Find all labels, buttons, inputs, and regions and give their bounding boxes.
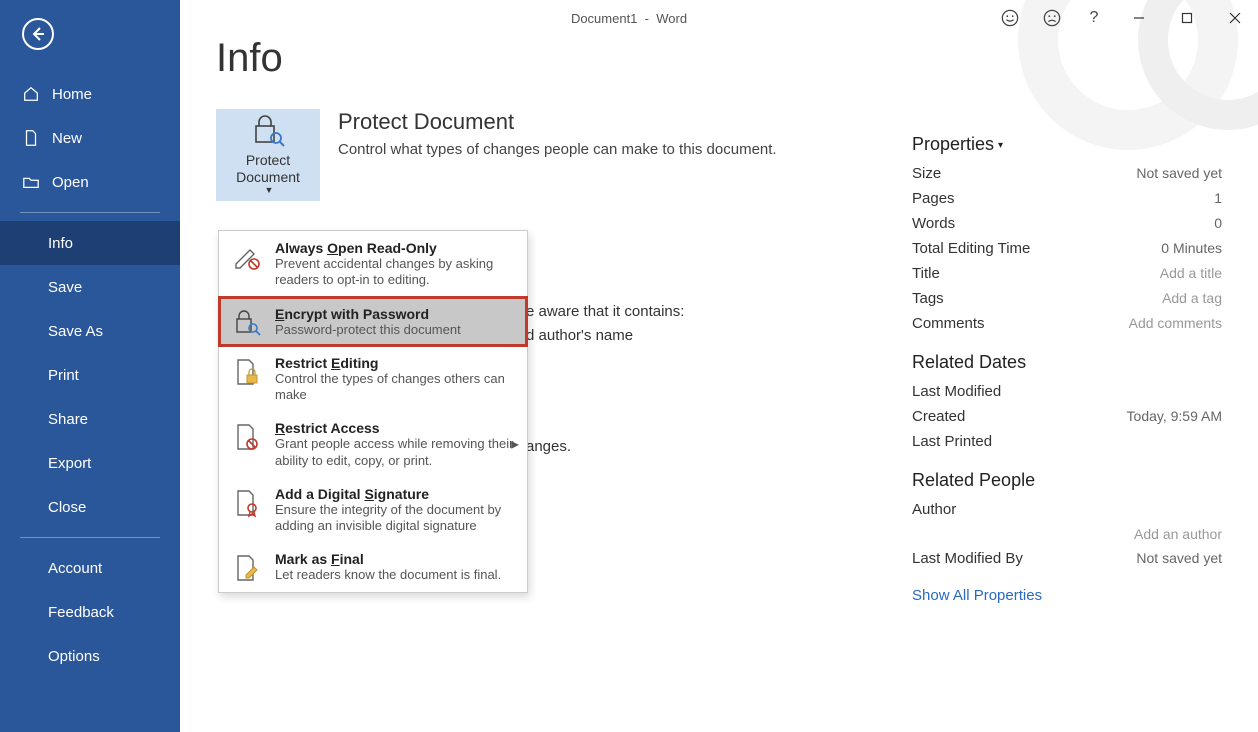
sidebar-item-label: Feedback [48, 604, 114, 621]
sidebar-item-feedback[interactable]: Feedback [0, 590, 180, 634]
protect-document-label: Protect Document [216, 152, 320, 186]
document-lock-icon [229, 355, 265, 387]
sidebar-item-print[interactable]: Print [0, 353, 180, 397]
lock-search-icon [229, 306, 265, 338]
pencil-block-icon [229, 240, 265, 272]
sidebar-divider [20, 212, 160, 213]
sidebar-item-label: Save [48, 279, 82, 296]
sidebar-item-new[interactable]: New [0, 116, 180, 160]
menu-item-mark-final[interactable]: Mark as FinalLet readers know the docume… [219, 542, 527, 591]
page-title: Info [216, 36, 1222, 81]
sidebar-item-label: Share [48, 411, 88, 428]
backstage-sidebar: Home New Open Info Save Save As Print Sh… [0, 0, 180, 732]
menu-item-restrict-editing[interactable]: Restrict EditingControl the types of cha… [219, 346, 527, 412]
sidebar-item-save[interactable]: Save [0, 265, 180, 309]
lock-search-icon [250, 114, 286, 148]
sidebar-item-label: Home [52, 86, 92, 103]
sidebar-item-label: Print [48, 367, 79, 384]
folder-open-icon [22, 173, 40, 191]
document-ribbon-icon [229, 486, 265, 518]
section-description: Control what types of changes people can… [338, 141, 777, 158]
document-block-icon [229, 420, 265, 452]
sidebar-item-home[interactable]: Home [0, 72, 180, 116]
sidebar-item-label: Save As [48, 323, 103, 340]
new-doc-icon [22, 129, 40, 147]
sidebar-item-label: Info [48, 235, 73, 252]
sidebar-item-account[interactable]: Account [0, 546, 180, 590]
section-heading: Protect Document [338, 109, 777, 135]
menu-item-digital-signature[interactable]: Add a Digital SignatureEnsure the integr… [219, 477, 527, 543]
sidebar-item-label: Account [48, 560, 102, 577]
sidebar-item-label: Options [48, 648, 100, 665]
protect-document-button[interactable]: Protect Document▼ [216, 109, 320, 201]
sidebar-divider [20, 537, 160, 538]
document-pencil-icon [229, 551, 265, 583]
protect-document-dropdown: Always Open Read-OnlyPrevent accidental … [218, 230, 528, 593]
sidebar-item-open[interactable]: Open [0, 160, 180, 204]
chevron-down-icon: ▼ [265, 185, 274, 196]
home-icon [22, 85, 40, 103]
back-button[interactable] [22, 18, 54, 50]
sidebar-item-label: Export [48, 455, 91, 472]
sidebar-item-label: New [52, 130, 82, 147]
sidebar-item-save-as[interactable]: Save As [0, 309, 180, 353]
menu-item-read-only[interactable]: Always Open Read-OnlyPrevent accidental … [219, 231, 527, 297]
sidebar-item-close[interactable]: Close [0, 485, 180, 529]
sidebar-item-label: Close [48, 499, 86, 516]
submenu-arrow-icon: ▶ [511, 439, 519, 450]
sidebar-item-label: Open [52, 174, 89, 191]
menu-item-encrypt-password[interactable]: Encrypt with PasswordPassword-protect th… [219, 297, 527, 346]
menu-item-restrict-access[interactable]: Restrict AccessGrant people access while… [219, 411, 527, 477]
sidebar-item-share[interactable]: Share [0, 397, 180, 441]
sidebar-item-export[interactable]: Export [0, 441, 180, 485]
sidebar-item-info[interactable]: Info [0, 221, 180, 265]
sidebar-item-options[interactable]: Options [0, 634, 180, 678]
